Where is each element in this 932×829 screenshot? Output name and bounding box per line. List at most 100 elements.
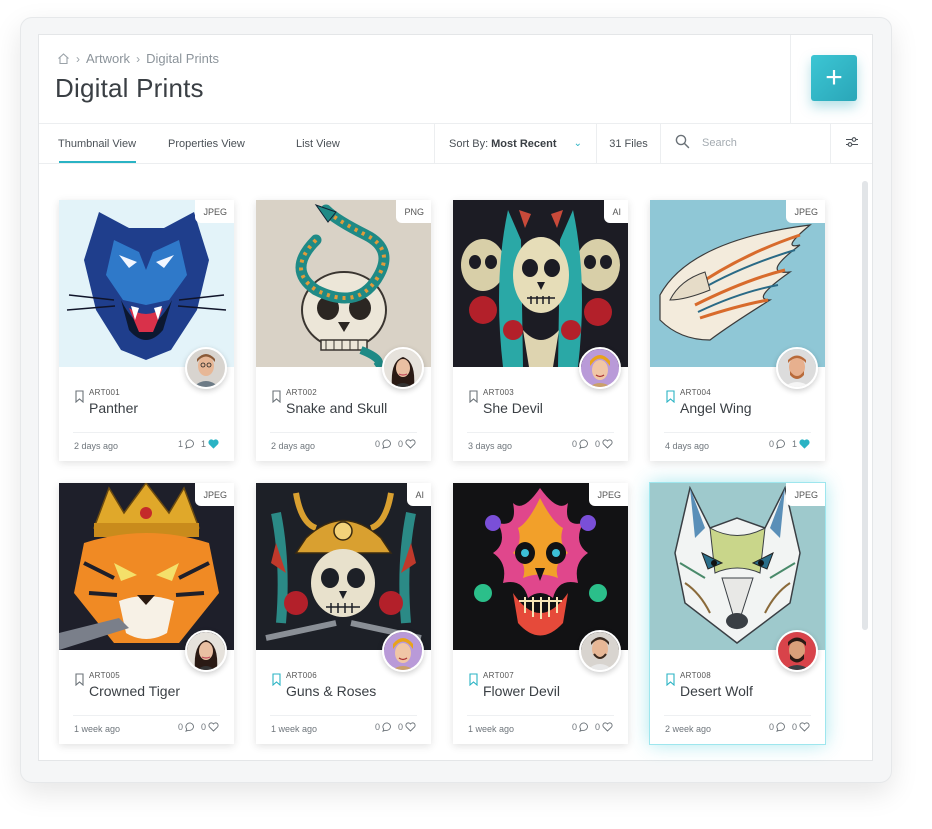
artwork-card[interactable]: AI ART006 Guns & Roses 1 week ago 0 0 xyxy=(256,483,431,744)
heart-outline-icon[interactable] xyxy=(405,439,416,449)
bookmark-icon[interactable] xyxy=(469,673,478,691)
search-input[interactable] xyxy=(700,136,824,150)
tab-list-view[interactable]: List View xyxy=(296,123,340,163)
breadcrumb: › Artwork › Digital Prints xyxy=(57,51,219,66)
add-button[interactable]: + xyxy=(811,55,857,101)
card-info: ART001 Panther 2 days ago 1 1 xyxy=(59,367,234,461)
divider xyxy=(270,432,417,433)
artwork-age: 1 week ago xyxy=(468,724,515,734)
sort-label: Sort By: xyxy=(449,138,489,150)
bookmark-icon[interactable] xyxy=(272,673,281,691)
comment-icon[interactable] xyxy=(776,439,787,449)
file-type-tag: JPEG xyxy=(786,200,825,223)
comment-count: 1 xyxy=(177,439,183,449)
artwork-thumbnail[interactable]: JPEG xyxy=(650,483,825,650)
bookmark-icon[interactable] xyxy=(272,390,281,408)
artwork-code: ART004 xyxy=(680,388,712,397)
tab-properties-view[interactable]: Properties View xyxy=(168,123,245,163)
comment-icon[interactable] xyxy=(579,439,590,449)
comment-icon[interactable] xyxy=(382,722,393,732)
comment-icon[interactable] xyxy=(776,722,787,732)
artwork-card[interactable]: JPEG ART001 Panther 2 days ago 1 1 xyxy=(59,200,234,461)
artwork-age: 2 week ago xyxy=(665,724,712,734)
card-info: ART005 Crowned Tiger 1 week ago 0 0 xyxy=(59,650,234,744)
like-count: 0 xyxy=(397,722,403,732)
comment-icon[interactable] xyxy=(382,439,393,449)
heart-outline-icon[interactable] xyxy=(208,722,219,732)
artwork-code: ART002 xyxy=(286,388,318,397)
artwork-name[interactable]: Guns & Roses xyxy=(286,683,376,699)
like-count: 0 xyxy=(791,722,797,732)
heart-outline-icon[interactable] xyxy=(602,722,613,732)
artwork-name[interactable]: She Devil xyxy=(483,400,543,416)
bookmark-icon[interactable] xyxy=(75,673,84,691)
artwork-thumbnail[interactable]: JPEG xyxy=(650,200,825,367)
comment-icon[interactable] xyxy=(185,439,196,449)
artwork-age: 2 days ago xyxy=(271,441,316,451)
scrollbar[interactable] xyxy=(862,181,868,630)
artwork-thumbnail[interactable]: JPEG xyxy=(59,200,234,367)
like-count: 1 xyxy=(200,439,206,449)
artwork-thumbnail[interactable]: JPEG xyxy=(59,483,234,650)
breadcrumb-digital-prints[interactable]: Digital Prints xyxy=(146,51,219,66)
like-count: 1 xyxy=(791,439,797,449)
artwork-name[interactable]: Crowned Tiger xyxy=(89,683,180,699)
heart-filled-icon[interactable] xyxy=(208,439,219,449)
artwork-name[interactable]: Flower Devil xyxy=(483,683,560,699)
heart-outline-icon[interactable] xyxy=(405,722,416,732)
heart-outline-icon[interactable] xyxy=(602,439,613,449)
artwork-card[interactable]: AI ART003 She Devil 3 days ago 0 0 xyxy=(453,200,628,461)
artwork-name[interactable]: Panther xyxy=(89,400,138,416)
comment-icon[interactable] xyxy=(579,722,590,732)
artwork-age: 1 week ago xyxy=(74,724,121,734)
home-icon[interactable] xyxy=(57,52,70,65)
bookmark-icon[interactable] xyxy=(75,390,84,408)
artwork-name[interactable]: Angel Wing xyxy=(680,400,752,416)
artwork-stats: 0 0 xyxy=(769,722,810,732)
artwork-name[interactable]: Desert Wolf xyxy=(680,683,753,699)
artwork-thumbnail[interactable]: JPEG xyxy=(453,483,628,650)
scrollbar-thumb[interactable] xyxy=(862,181,868,630)
tab-thumbnail-view[interactable]: Thumbnail View xyxy=(39,123,154,163)
artwork-thumbnail[interactable]: PNG xyxy=(256,200,431,367)
artwork-card[interactable]: JPEG ART007 Flower Devil 1 week ago 0 0 xyxy=(453,483,628,744)
artwork-card[interactable]: JPEG ART004 Angel Wing 4 days ago 0 1 xyxy=(650,200,825,461)
like-count: 0 xyxy=(200,722,206,732)
breadcrumb-artwork[interactable]: Artwork xyxy=(86,51,130,66)
artwork-card[interactable]: PNG ART002 Snake and Skull 2 days ago 0 … xyxy=(256,200,431,461)
comment-icon[interactable] xyxy=(185,722,196,732)
filter-button[interactable] xyxy=(830,123,873,163)
chevron-right-icon: › xyxy=(136,51,141,66)
comment-count: 0 xyxy=(374,439,380,449)
divider xyxy=(73,715,220,716)
divider xyxy=(467,715,614,716)
comment-count: 0 xyxy=(374,722,380,732)
artwork-card-selected[interactable]: JPEG ART008 Desert Wolf 2 week ago 0 0 xyxy=(650,483,825,744)
bookmark-icon[interactable] xyxy=(666,673,675,691)
sort-dropdown[interactable]: Sort By: Most Recent ⌄ xyxy=(434,123,597,163)
divider xyxy=(664,715,811,716)
search-box xyxy=(675,123,824,163)
artwork-stats: 0 0 xyxy=(572,722,613,732)
card-info: ART006 Guns & Roses 1 week ago 0 0 xyxy=(256,650,431,744)
artwork-thumbnail[interactable]: AI xyxy=(256,483,431,650)
artwork-name[interactable]: Snake and Skull xyxy=(286,400,387,416)
artwork-code: ART005 xyxy=(89,671,121,680)
artwork-stats: 0 0 xyxy=(178,722,219,732)
artwork-thumbnail[interactable]: AI xyxy=(453,200,628,367)
artwork-age: 4 days ago xyxy=(665,441,710,451)
bookmark-icon[interactable] xyxy=(469,390,478,408)
bookmark-icon[interactable] xyxy=(666,390,675,408)
artwork-age: 3 days ago xyxy=(468,441,513,451)
heart-outline-icon[interactable] xyxy=(799,722,810,732)
comment-count: 0 xyxy=(177,722,183,732)
card-info: ART007 Flower Devil 1 week ago 0 0 xyxy=(453,650,628,744)
artwork-code: ART006 xyxy=(286,671,318,680)
like-count: 0 xyxy=(594,722,600,732)
chevron-down-icon: ⌄ xyxy=(573,138,582,149)
divider xyxy=(270,715,417,716)
artwork-card[interactable]: JPEG ART005 Crowned Tiger 1 week ago 0 0 xyxy=(59,483,234,744)
divider xyxy=(664,432,811,433)
file-type-tag: JPEG xyxy=(195,200,234,223)
heart-filled-icon[interactable] xyxy=(799,439,810,449)
